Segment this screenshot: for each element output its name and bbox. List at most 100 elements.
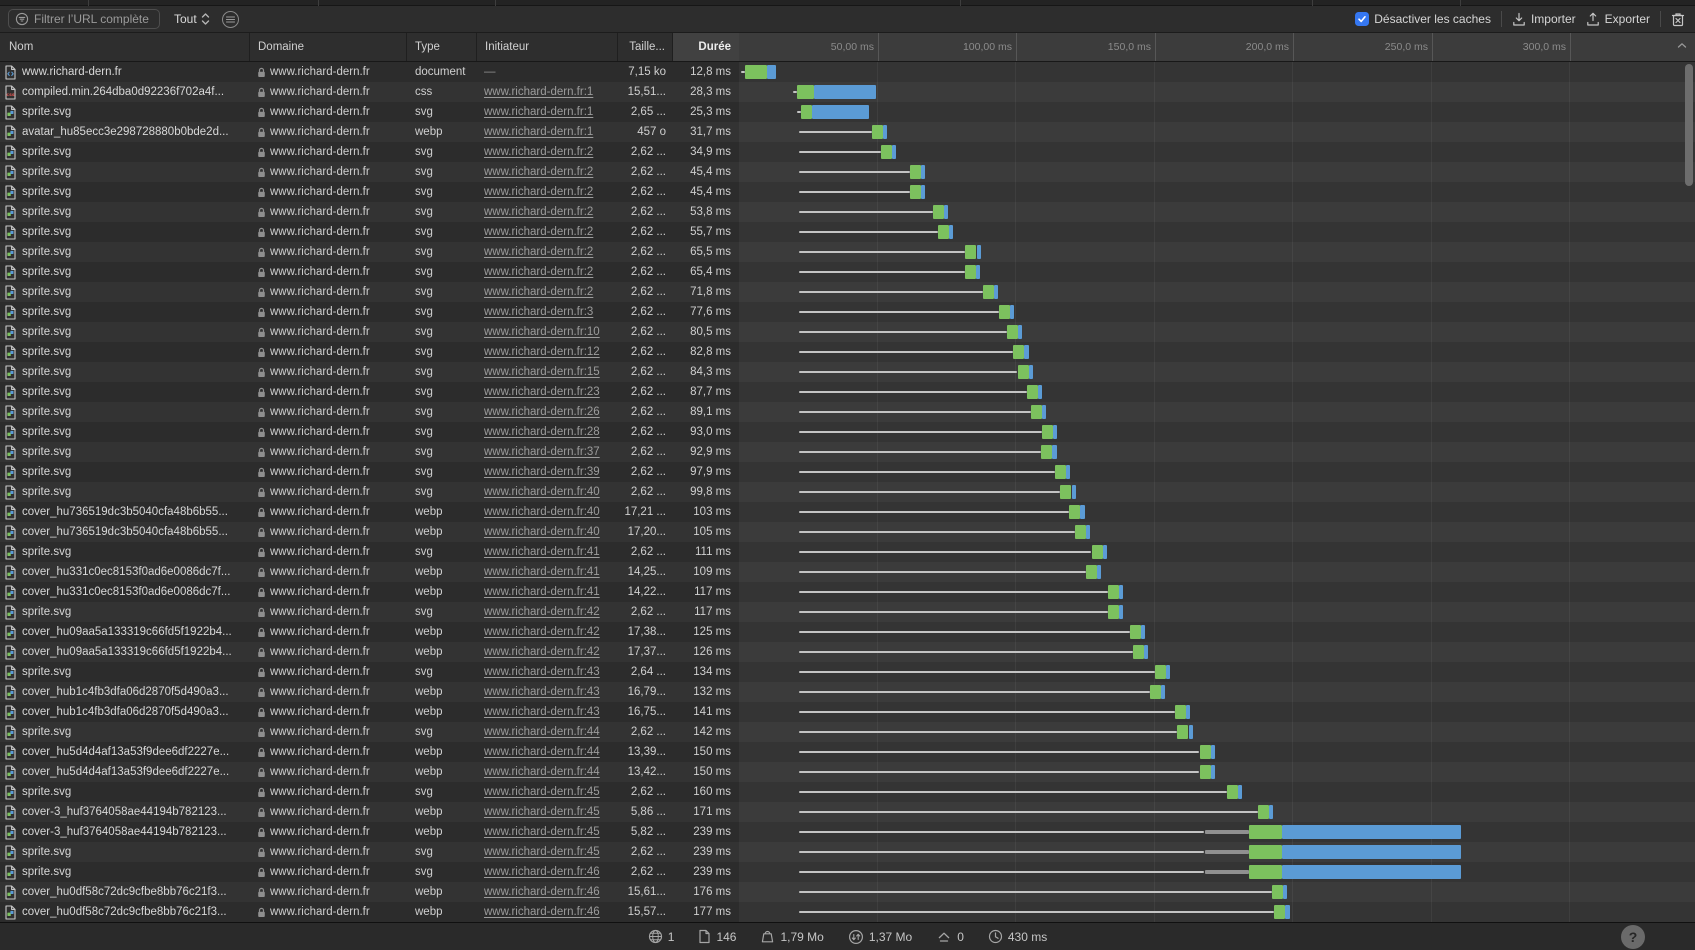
network-request-row[interactable]: cover_hu736519dc3b5040cfa48b6b55...www.r… [0, 502, 1695, 522]
waterfall-cell[interactable] [739, 482, 1695, 502]
network-request-row[interactable]: sprite.svgwww.richard-dern.frsvgwww.rich… [0, 542, 1695, 562]
waterfall-cell[interactable] [739, 562, 1695, 582]
initiator-link[interactable]: www.richard-dern.fr:1 [484, 106, 593, 118]
network-request-row[interactable]: sprite.svgwww.richard-dern.frsvgwww.rich… [0, 322, 1695, 342]
network-request-row[interactable]: sprite.svgwww.richard-dern.frsvgwww.rich… [0, 842, 1695, 862]
initiator-link[interactable]: www.richard-dern.fr:2 [484, 266, 593, 278]
initiator-link[interactable]: www.richard-dern.fr:42 [484, 646, 600, 658]
initiator-link[interactable]: www.richard-dern.fr:3 [484, 306, 593, 318]
initiator-link[interactable]: www.richard-dern.fr:43 [484, 706, 600, 718]
network-request-row[interactable]: csscompiled.min.264dba0d92236f702a4f...w… [0, 82, 1695, 102]
waterfall-cell[interactable] [739, 342, 1695, 362]
initiator-link[interactable]: www.richard-dern.fr:41 [484, 546, 600, 558]
initiator-link[interactable]: www.richard-dern.fr:43 [484, 666, 600, 678]
initiator-link[interactable]: www.richard-dern.fr:15 [484, 366, 600, 378]
clear-network-items-button[interactable] [1671, 12, 1685, 27]
waterfall-cell[interactable] [739, 742, 1695, 762]
waterfall-cell[interactable] [739, 462, 1695, 482]
waterfall-cell[interactable] [739, 382, 1695, 402]
waterfall-cell[interactable] [739, 202, 1695, 222]
network-request-row[interactable]: cover_hub1c4fb3dfa06d2870f5d490a3...www.… [0, 702, 1695, 722]
waterfall-cell[interactable] [739, 242, 1695, 262]
waterfall-cell[interactable] [739, 522, 1695, 542]
import-button[interactable]: Importer [1512, 12, 1576, 27]
initiator-link[interactable]: www.richard-dern.fr:45 [484, 786, 600, 798]
initiator-link[interactable]: www.richard-dern.fr:45 [484, 846, 600, 858]
waterfall-cell[interactable] [739, 422, 1695, 442]
network-request-row[interactable]: sprite.svgwww.richard-dern.frsvgwww.rich… [0, 282, 1695, 302]
initiator-link[interactable]: www.richard-dern.fr:39 [484, 466, 600, 478]
network-request-row[interactable]: sprite.svgwww.richard-dern.frsvgwww.rich… [0, 162, 1695, 182]
network-request-row[interactable]: sprite.svgwww.richard-dern.frsvgwww.rich… [0, 442, 1695, 462]
waterfall-cell[interactable] [739, 842, 1695, 862]
waterfall-cell[interactable] [739, 902, 1695, 922]
vertical-scrollbar-thumb[interactable] [1685, 64, 1693, 186]
waterfall-cell[interactable] [739, 62, 1695, 82]
network-request-row[interactable]: www.richard-dern.frwww.richard-dern.frdo… [0, 62, 1695, 82]
network-request-row[interactable]: sprite.svgwww.richard-dern.frsvgwww.rich… [0, 182, 1695, 202]
initiator-link[interactable]: www.richard-dern.fr:45 [484, 826, 600, 838]
initiator-link[interactable]: www.richard-dern.fr:46 [484, 886, 600, 898]
initiator-link[interactable]: www.richard-dern.fr:40 [484, 506, 600, 518]
initiator-link[interactable]: www.richard-dern.fr:2 [484, 246, 593, 258]
waterfall-cell[interactable] [739, 222, 1695, 242]
network-request-row[interactable]: sprite.svgwww.richard-dern.frsvgwww.rich… [0, 262, 1695, 282]
network-request-row[interactable]: cover_hu331c0ec8153f0ad6e0086dc7f...www.… [0, 562, 1695, 582]
network-request-row[interactable]: sprite.svgwww.richard-dern.frsvgwww.rich… [0, 342, 1695, 362]
waterfall-cell[interactable] [739, 282, 1695, 302]
waterfall-cell[interactable] [739, 182, 1695, 202]
waterfall-cell[interactable] [739, 582, 1695, 602]
column-header-size[interactable]: Taille... [618, 33, 673, 61]
network-request-row[interactable]: cover-3_huf3764058ae44194b782123...www.r… [0, 802, 1695, 822]
network-request-row[interactable]: sprite.svgwww.richard-dern.frsvgwww.rich… [0, 782, 1695, 802]
network-request-row[interactable]: cover_hu09aa5a133319c66fd5f1922b4...www.… [0, 622, 1695, 642]
resource-type-select[interactable]: Tout [174, 12, 210, 26]
url-filter-input[interactable] [34, 12, 152, 26]
waterfall-cell[interactable] [739, 362, 1695, 382]
network-request-row[interactable]: sprite.svgwww.richard-dern.frsvgwww.rich… [0, 382, 1695, 402]
initiator-link[interactable]: www.richard-dern.fr:41 [484, 586, 600, 598]
url-filter-field[interactable] [8, 9, 160, 29]
network-request-row[interactable]: sprite.svgwww.richard-dern.frsvgwww.rich… [0, 722, 1695, 742]
waterfall-cell[interactable] [739, 722, 1695, 742]
waterfall-cell[interactable] [739, 882, 1695, 902]
initiator-link[interactable]: www.richard-dern.fr:28 [484, 426, 600, 438]
initiator-link[interactable]: www.richard-dern.fr:44 [484, 766, 600, 778]
waterfall-cell[interactable] [739, 142, 1695, 162]
initiator-link[interactable]: www.richard-dern.fr:44 [484, 746, 600, 758]
initiator-link[interactable]: www.richard-dern.fr:42 [484, 626, 600, 638]
network-request-row[interactable]: sprite.svgwww.richard-dern.frsvgwww.rich… [0, 362, 1695, 382]
waterfall-cell[interactable] [739, 442, 1695, 462]
waterfall-cell[interactable] [739, 602, 1695, 622]
waterfall-cell[interactable] [739, 162, 1695, 182]
initiator-link[interactable]: www.richard-dern.fr:43 [484, 686, 600, 698]
network-request-row[interactable]: sprite.svgwww.richard-dern.frsvgwww.rich… [0, 422, 1695, 442]
waterfall-cell[interactable] [739, 622, 1695, 642]
initiator-link[interactable]: www.richard-dern.fr:37 [484, 446, 600, 458]
initiator-link[interactable]: www.richard-dern.fr:44 [484, 726, 600, 738]
initiator-link[interactable]: www.richard-dern.fr:26 [484, 406, 600, 418]
waterfall-cell[interactable] [739, 82, 1695, 102]
waterfall-cell[interactable] [739, 302, 1695, 322]
network-request-row[interactable]: sprite.svgwww.richard-dern.frsvgwww.rich… [0, 102, 1695, 122]
network-request-row[interactable]: sprite.svgwww.richard-dern.frsvgwww.rich… [0, 142, 1695, 162]
network-request-row[interactable]: sprite.svgwww.richard-dern.frsvgwww.rich… [0, 242, 1695, 262]
initiator-link[interactable]: www.richard-dern.fr:42 [484, 606, 600, 618]
waterfall-cell[interactable] [739, 662, 1695, 682]
network-request-row[interactable]: cover_hub1c4fb3dfa06d2870f5d490a3...www.… [0, 682, 1695, 702]
network-request-row[interactable]: cover-3_huf3764058ae44194b782123...www.r… [0, 822, 1695, 842]
network-request-row[interactable]: sprite.svgwww.richard-dern.frsvgwww.rich… [0, 222, 1695, 242]
export-button[interactable]: Exporter [1586, 12, 1650, 27]
column-header-domain[interactable]: Domaine [250, 33, 407, 61]
network-request-row[interactable]: cover_hu5d4d4af13a53f9dee6df2227e...www.… [0, 742, 1695, 762]
waterfall-cell[interactable] [739, 502, 1695, 522]
waterfall-cell[interactable] [739, 122, 1695, 142]
initiator-link[interactable]: www.richard-dern.fr:40 [484, 486, 600, 498]
initiator-link[interactable]: www.richard-dern.fr:41 [484, 566, 600, 578]
network-request-row[interactable]: sprite.svgwww.richard-dern.frsvgwww.rich… [0, 462, 1695, 482]
initiator-link[interactable]: www.richard-dern.fr:12 [484, 346, 600, 358]
waterfall-cell[interactable] [739, 782, 1695, 802]
initiator-link[interactable]: www.richard-dern.fr:23 [484, 386, 600, 398]
initiator-link[interactable]: www.richard-dern.fr:1 [484, 86, 593, 98]
network-request-row[interactable]: sprite.svgwww.richard-dern.frsvgwww.rich… [0, 482, 1695, 502]
